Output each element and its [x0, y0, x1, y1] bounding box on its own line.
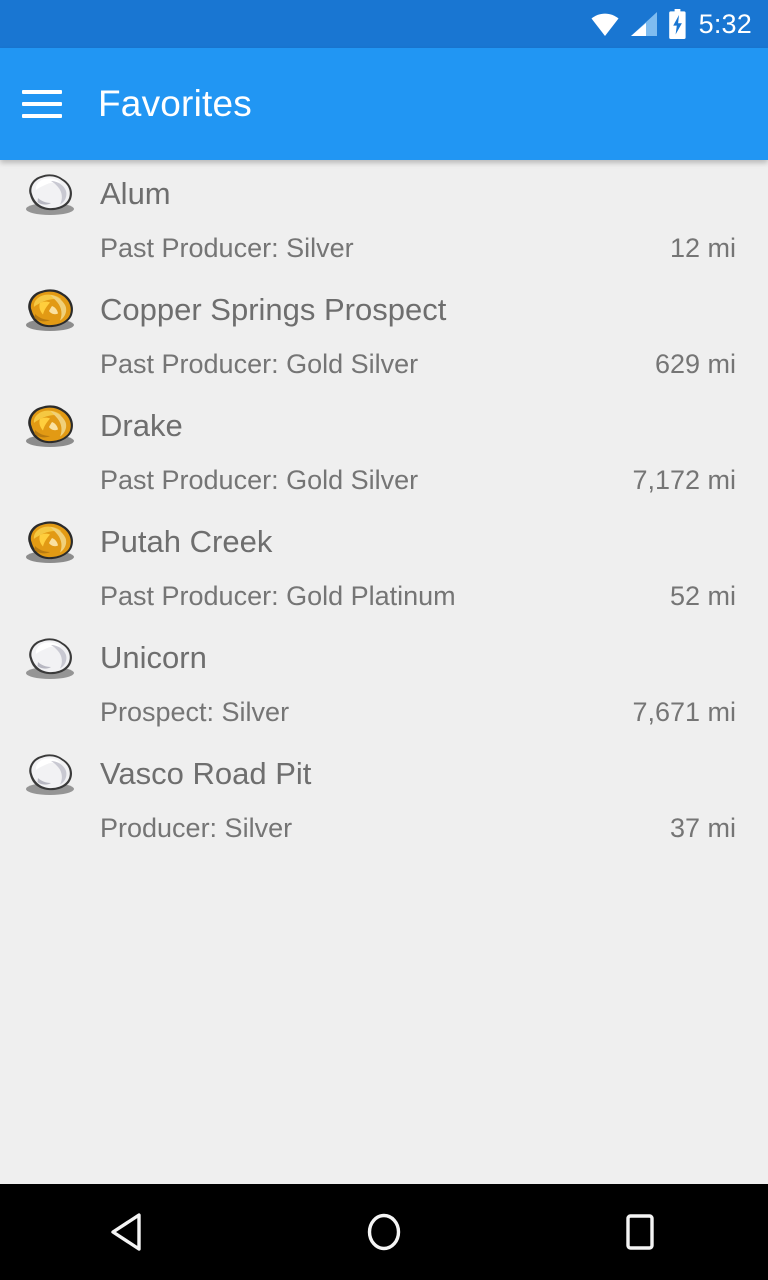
recents-square-icon — [626, 1214, 654, 1250]
list-item-secondary-row: Past Producer: Gold Silver 7,172 mi — [0, 458, 752, 502]
list-item-secondary-row: Prospect: Silver 7,671 mi — [0, 690, 752, 734]
list-item-subtitle: Prospect: Silver — [100, 696, 290, 727]
list-item-subtitle: Past Producer: Gold Platinum — [100, 580, 456, 611]
back-button[interactable] — [80, 1184, 176, 1280]
list-item-primary-row: Copper Springs Prospect — [0, 276, 752, 342]
list-item-primary-row: Alum — [0, 160, 752, 226]
hamburger-bar — [22, 114, 62, 118]
list-item-secondary-row: Past Producer: Gold Platinum 52 mi — [0, 574, 752, 618]
hamburger-menu-icon[interactable] — [14, 76, 70, 132]
list-item-secondary-row: Producer: Silver 37 mi — [0, 806, 752, 850]
list-item-distance: 629 mi — [654, 348, 736, 379]
hamburger-bar — [22, 102, 62, 106]
page-title: Favorites — [98, 83, 252, 124]
status-bar: 5:32 — [0, 0, 768, 48]
list-item[interactable]: Putah Creek Past Producer: Gold Platinum… — [0, 508, 768, 624]
list-item-primary-row: Unicorn — [0, 624, 752, 690]
list-item[interactable]: Copper Springs Prospect Past Producer: G… — [0, 276, 768, 392]
list-item-primary-row: Vasco Road Pit — [0, 740, 752, 806]
list-item-distance: 12 mi — [669, 232, 736, 263]
gold-ore-icon — [26, 405, 74, 447]
list-item-title: Vasco Road Pit — [100, 755, 312, 791]
silver-ore-icon — [26, 638, 74, 679]
list-item[interactable]: Unicorn Prospect: Silver 7,671 mi — [0, 624, 768, 740]
recents-button[interactable] — [592, 1184, 688, 1280]
list-item-secondary-row: Past Producer: Silver 12 mi — [0, 226, 752, 270]
list-item[interactable]: Alum Past Producer: Silver 12 mi — [0, 160, 768, 276]
home-circle-icon — [367, 1213, 401, 1251]
list-item-subtitle: Past Producer: Silver — [100, 232, 354, 263]
list-item-title: Putah Creek — [100, 523, 273, 559]
list-item-distance: 52 mi — [669, 580, 736, 611]
back-triangle-icon — [111, 1213, 141, 1251]
battery-charging-icon — [668, 9, 686, 39]
list-item[interactable]: Vasco Road Pit Producer: Silver 37 mi — [0, 740, 768, 856]
list-item-primary-row: Putah Creek — [0, 508, 752, 574]
list-item-subtitle: Past Producer: Gold Silver — [100, 348, 419, 379]
list-item-secondary-row: Past Producer: Gold Silver 629 mi — [0, 342, 752, 386]
favorites-list[interactable]: Alum Past Producer: Silver 12 mi Copper … — [0, 160, 768, 1184]
list-item[interactable]: Drake Past Producer: Gold Silver 7,172 m… — [0, 392, 768, 508]
list-item-distance: 37 mi — [669, 812, 736, 843]
android-navigation-bar — [0, 1184, 768, 1280]
silver-ore-icon — [26, 174, 74, 215]
list-item-title: Copper Springs Prospect — [100, 291, 447, 327]
list-item-distance: 7,172 mi — [632, 464, 736, 495]
list-item-primary-row: Drake — [0, 392, 752, 458]
gold-ore-icon — [26, 289, 74, 331]
app-screen: 5:32 Favorites Alum Past Producer: Silve… — [0, 0, 768, 1280]
gold-ore-icon — [26, 521, 74, 563]
list-item-title: Drake — [100, 407, 183, 443]
list-item-title: Alum — [100, 175, 171, 211]
list-item-distance: 7,671 mi — [632, 696, 736, 727]
list-item-subtitle: Past Producer: Gold Silver — [100, 464, 419, 495]
app-bar: Favorites — [0, 48, 768, 160]
status-clock: 5:32 — [698, 8, 752, 39]
silver-ore-icon — [26, 754, 74, 795]
list-item-title: Unicorn — [100, 639, 207, 675]
wifi-icon — [591, 13, 619, 36]
hamburger-bar — [22, 90, 62, 94]
list-item-subtitle: Producer: Silver — [100, 812, 293, 843]
cellular-signal-icon — [630, 12, 657, 36]
home-button[interactable] — [336, 1184, 432, 1280]
